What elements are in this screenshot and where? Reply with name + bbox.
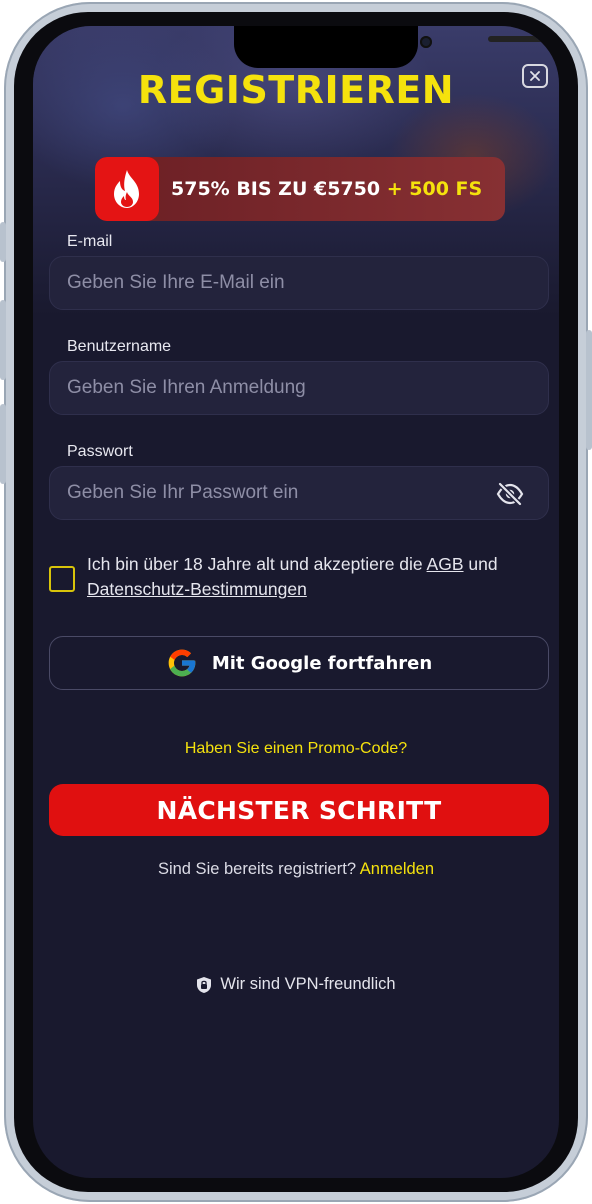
password-label: Passwort bbox=[67, 443, 133, 460]
age-terms-checkbox[interactable] bbox=[49, 566, 75, 592]
close-icon bbox=[530, 71, 540, 81]
login-link[interactable]: Anmelden bbox=[360, 860, 434, 878]
modal-title: REGISTRIEREN bbox=[137, 68, 455, 112]
agb-link[interactable]: AGB bbox=[427, 554, 464, 574]
username-placeholder: Geben Sie Ihren Anmeldung bbox=[67, 377, 306, 398]
google-icon bbox=[168, 649, 196, 677]
email-label: E-mail bbox=[67, 233, 113, 250]
phone-side-button bbox=[0, 300, 6, 380]
vpn-text: Wir sind VPN-freundlich bbox=[220, 975, 396, 993]
speaker bbox=[488, 36, 559, 42]
bonus-text: 575% BIS ZU €5750 + 500 FS bbox=[171, 178, 482, 200]
login-prompt-text: Sind Sie bereits registriert? bbox=[157, 860, 357, 878]
next-step-button[interactable]: NÄCHSTER SCHRITT bbox=[49, 784, 549, 836]
username-field[interactable]: Geben Sie Ihren Anmeldung bbox=[49, 361, 549, 415]
email-field[interactable]: Geben Sie Ihre E-Mail ein bbox=[49, 256, 549, 310]
email-placeholder: Geben Sie Ihre E-Mail ein bbox=[67, 272, 285, 293]
login-prompt: Sind Sie bereits registriert? Anmelden bbox=[33, 860, 559, 879]
google-signin-button[interactable]: Mit Google fortfahren bbox=[49, 636, 549, 690]
consent-text-middle: und bbox=[468, 554, 498, 574]
bonus-free-spins: + 500 FS bbox=[386, 178, 483, 200]
username-label: Benutzername bbox=[67, 338, 172, 355]
google-signin-label: Mit Google fortfahren bbox=[211, 652, 433, 674]
password-field[interactable]: Geben Sie Ihr Passwort ein bbox=[49, 466, 549, 520]
privacy-policy-link[interactable]: Datenschutz-Bestimmungen bbox=[87, 579, 307, 599]
vpn-notice: Wir sind VPN-freundlich bbox=[33, 975, 559, 994]
promo-code-link[interactable]: Haben Sie einen Promo-Code? bbox=[33, 740, 559, 758]
camera-icon bbox=[420, 36, 432, 48]
phone-side-button bbox=[0, 222, 6, 262]
notch bbox=[234, 26, 559, 68]
bonus-amount: 575% BIS ZU €5750 bbox=[171, 178, 381, 200]
phone-side-button bbox=[0, 404, 6, 484]
shield-icon bbox=[197, 976, 212, 993]
password-placeholder: Geben Sie Ihr Passwort ein bbox=[67, 482, 299, 503]
phone-side-button bbox=[586, 330, 592, 450]
fire-icon bbox=[95, 157, 159, 221]
eye-off-icon[interactable] bbox=[496, 482, 524, 506]
bonus-banner: 575% BIS ZU €5750 + 500 FS bbox=[95, 157, 505, 221]
consent-text: Ich bin über 18 Jahre alt und akzeptiere… bbox=[87, 552, 549, 602]
consent-text-before: Ich bin über 18 Jahre alt und akzeptiere… bbox=[87, 554, 423, 574]
phone-screen: REGISTRIEREN 575% BIS ZU €5750 + 500 FS … bbox=[33, 26, 559, 1178]
close-button[interactable] bbox=[522, 64, 548, 88]
